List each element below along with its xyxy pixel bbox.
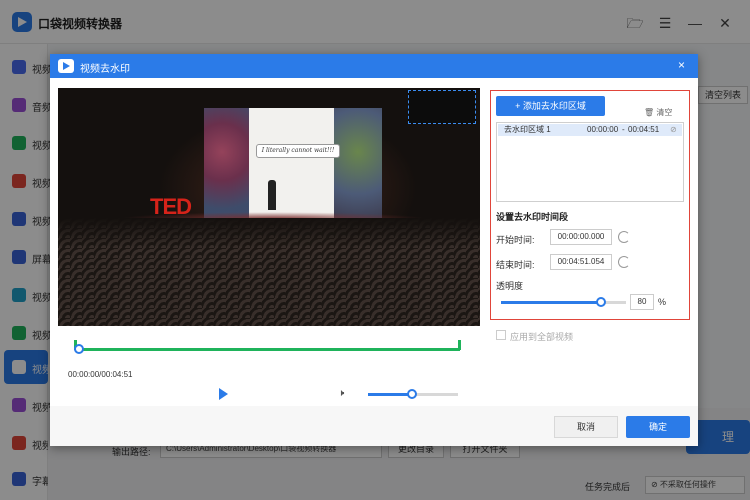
delete-region-icon[interactable]: ⊘	[670, 124, 677, 136]
start-time-input[interactable]: 00:00:00.000	[550, 229, 612, 245]
region-start: 00:00:00	[587, 125, 619, 134]
slide-quote: I literally cannot wait!!!	[256, 144, 340, 158]
dialog-app-icon	[58, 59, 74, 73]
play-icon[interactable]	[219, 388, 228, 400]
slide-artwork-left	[204, 108, 249, 218]
watermark-dialog: 视频去水印 × I literally cannot wait!!! TED 0…	[50, 54, 698, 446]
opacity-fill	[501, 301, 601, 304]
slide-screen: I literally cannot wait!!!	[204, 108, 382, 218]
speaker-figure	[268, 180, 276, 210]
playback-time: 00:00:00/00:04:51	[68, 370, 133, 379]
apply-all-label: 应用到全部视频	[510, 332, 574, 342]
opacity-unit: %	[658, 297, 667, 307]
clear-regions-button[interactable]: 🗑 清空	[644, 107, 672, 118]
region-list: 去水印区域 1 00:00:00 - 00:04:51 ⊘	[496, 122, 684, 202]
dialog-title: 视频去水印	[80, 64, 130, 75]
reset-start-icon[interactable]	[618, 231, 630, 243]
region-dash: -	[622, 125, 625, 134]
slide-artwork-right	[334, 108, 382, 218]
volume-fill	[368, 393, 413, 396]
timeline-track[interactable]	[78, 348, 460, 351]
dialog-header: 视频去水印 ×	[50, 54, 698, 78]
list-item[interactable]: 去水印区域 1 00:00:00 - 00:04:51 ⊘	[498, 124, 682, 136]
audience-fade	[58, 218, 480, 248]
opacity-input[interactable]: 80	[630, 294, 654, 310]
apply-all-checkbox[interactable]	[496, 330, 506, 340]
end-time-input[interactable]: 00:04:51.054	[550, 254, 612, 270]
video-preview[interactable]: I literally cannot wait!!! TED	[58, 88, 480, 326]
cancel-button[interactable]: 取消	[554, 416, 618, 438]
add-region-button[interactable]: + 添加去水印区域	[496, 96, 605, 116]
volume-knob[interactable]	[407, 389, 418, 399]
watermark-selection-box[interactable]	[408, 90, 476, 124]
ted-stage-logo: TED	[150, 194, 192, 219]
time-section-title: 设置去水印时间段	[496, 212, 569, 222]
timeline-playhead[interactable]	[74, 344, 84, 354]
ok-button[interactable]: 确定	[626, 416, 690, 438]
opacity-label: 透明度	[496, 281, 524, 291]
end-time-label: 结束时间:	[496, 260, 535, 270]
region-name: 去水印区域 1	[504, 125, 551, 134]
region-end: 00:04:51	[628, 125, 660, 134]
opacity-knob[interactable]	[596, 297, 606, 307]
start-time-label: 开始时间:	[496, 235, 535, 245]
volume-icon[interactable]: 🕨	[338, 388, 344, 399]
reset-end-icon[interactable]	[618, 256, 630, 268]
timeline-end-marker[interactable]	[458, 340, 461, 350]
dialog-close-icon[interactable]: ×	[678, 58, 685, 72]
opacity-slider[interactable]	[501, 301, 626, 304]
